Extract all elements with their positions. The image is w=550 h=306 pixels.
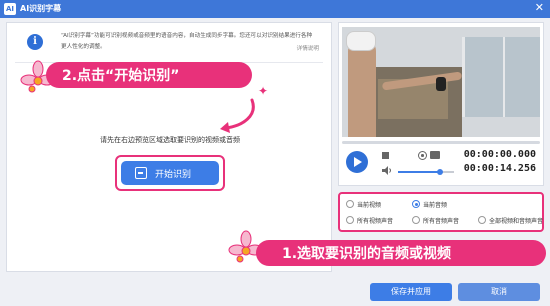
step-1-callout: 1.选取要识别的音频或视频 bbox=[256, 240, 546, 266]
radio-all-audio-audio[interactable] bbox=[412, 216, 420, 224]
info-text: “AI识别字幕”功能可识别视频或音频里的语音内容，自动生成同步字幕。您还可以对识… bbox=[61, 33, 313, 50]
radio-all-video-audio[interactable] bbox=[346, 216, 354, 224]
volume-slider[interactable] bbox=[398, 169, 454, 175]
volume-knob[interactable] bbox=[437, 169, 443, 175]
radio-current-video[interactable] bbox=[346, 200, 354, 208]
radio-current-audio[interactable] bbox=[412, 200, 420, 208]
option-current-audio-label: 当前音频 bbox=[423, 202, 448, 209]
total-time: 00:00:14.256 bbox=[463, 163, 536, 174]
select-hint: 请先在右边预览区域选取要识别的视频或音频 bbox=[100, 136, 240, 144]
app-icon: AI bbox=[4, 3, 16, 15]
details-link[interactable]: 详情说明 bbox=[297, 44, 319, 52]
volume-icon[interactable] bbox=[382, 166, 392, 175]
scan-icon bbox=[135, 167, 147, 179]
close-icon[interactable]: ✕ bbox=[535, 1, 544, 14]
stop-icon[interactable] bbox=[382, 152, 389, 159]
vr-headset bbox=[346, 31, 376, 51]
radio-all-video-and-audio[interactable] bbox=[478, 216, 486, 224]
save-apply-button[interactable]: 保存并应用 bbox=[370, 283, 452, 301]
preview-person bbox=[348, 39, 376, 137]
info-banner: i “AI识别字幕”功能可识别视频或音频里的语音内容，自动生成同步字幕。您还可以… bbox=[15, 29, 323, 63]
curved-arrow-icon bbox=[220, 98, 255, 133]
cancel-button[interactable]: 取消 bbox=[458, 283, 540, 301]
option-all-audio-audio-label: 所有音频声音 bbox=[423, 218, 460, 225]
step-2-callout: 2.点击“开始识别” bbox=[46, 62, 252, 88]
title-bar: AI AI识别字幕 ✕ bbox=[0, 0, 550, 18]
progress-bar[interactable] bbox=[342, 141, 540, 144]
start-recognition-label: 开始识别 bbox=[155, 170, 192, 180]
source-options: 当前视频 当前音频 所有视频声音 所有音频声音 全部视频和音频声音 bbox=[338, 192, 544, 232]
dialog-footer: 保存并应用 取消 bbox=[0, 277, 550, 306]
vr-controller bbox=[436, 77, 446, 91]
snapshot-icon[interactable] bbox=[418, 151, 427, 160]
info-icon: i bbox=[27, 34, 43, 50]
folder-icon[interactable] bbox=[430, 151, 440, 159]
step-2-text: 2.点击“开始识别” bbox=[62, 68, 180, 84]
option-all-video-audio-label: 所有视频声音 bbox=[357, 218, 394, 225]
preview-panel: 00:00:00.000 00:00:14.256 bbox=[338, 22, 544, 186]
step-1-text: 1.选取要识别的音频或视频 bbox=[282, 246, 452, 262]
option-all-video-and-audio-label: 全部视频和音频声音 bbox=[489, 218, 544, 225]
option-current-video-label: 当前视频 bbox=[357, 202, 382, 209]
volume-fill bbox=[398, 171, 440, 173]
preview-window bbox=[462, 37, 540, 117]
current-time: 00:00:00.000 bbox=[463, 149, 536, 160]
video-preview[interactable] bbox=[342, 27, 540, 137]
start-recognition-button[interactable]: 开始识别 bbox=[121, 161, 219, 185]
play-button[interactable] bbox=[346, 151, 368, 173]
window-title: AI识别字幕 bbox=[20, 4, 62, 13]
player-controls: 00:00:00.000 00:00:14.256 bbox=[342, 147, 540, 183]
